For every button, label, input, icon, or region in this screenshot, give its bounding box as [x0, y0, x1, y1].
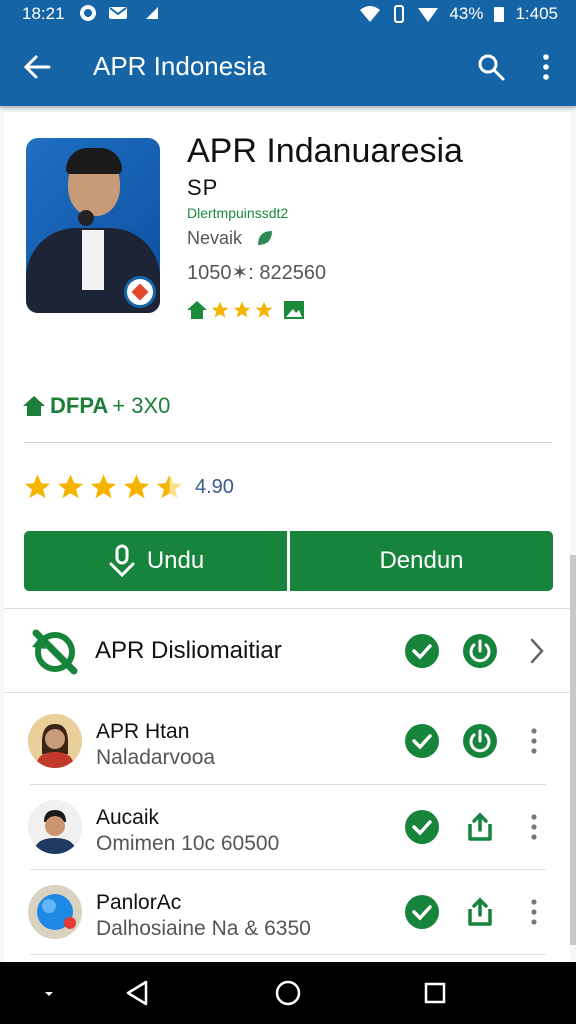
list-item-title: Aucaik: [96, 806, 160, 829]
secondary-button[interactable]: Dendun: [290, 531, 553, 591]
star-half-icon: [157, 474, 182, 499]
stat-value: + 3X0: [112, 393, 171, 418]
power-icon[interactable]: [463, 724, 497, 758]
nav-down-icon[interactable]: [34, 978, 64, 1008]
list-item[interactable]: Aucaik Omimen 10c 60500: [4, 784, 570, 870]
back-triangle-icon[interactable]: [122, 978, 152, 1008]
recents-square-icon[interactable]: [420, 978, 450, 1008]
battery-percent: 43%: [449, 4, 484, 23]
app-bar: APR Indonesia: [0, 28, 576, 106]
star-icon: [124, 474, 149, 499]
divider: [30, 954, 546, 955]
avatar: [28, 714, 82, 768]
list-item-title: APR Htan: [96, 720, 190, 743]
install-button[interactable]: Undu: [24, 531, 287, 591]
list-item[interactable]: APR Htan Naladarvooa: [4, 698, 570, 784]
chevron-right-icon[interactable]: [528, 637, 546, 665]
image-badge-icon: [284, 301, 304, 319]
vibrate-icon: [394, 5, 405, 23]
more-vert-icon[interactable]: [528, 726, 540, 756]
rating-row[interactable]: 4.90: [22, 472, 234, 502]
app-subtitle: SP: [187, 175, 219, 200]
app-icon: [26, 138, 160, 313]
star-icon: [255, 301, 273, 318]
app-category: Nevaik: [187, 228, 243, 248]
download-status-icon: [146, 7, 158, 19]
list-item-subtitle: Omimen 10c 60500: [96, 832, 280, 855]
refresh-cancel-icon: [32, 629, 78, 675]
rating-value: 4.90: [195, 475, 234, 498]
star-icon: [211, 301, 229, 318]
avatar: [28, 800, 82, 854]
install-button-label: Undu: [146, 547, 205, 574]
divider: [24, 442, 552, 443]
status-bar: 18:21 43% 1:405: [0, 0, 576, 28]
check-circle-icon[interactable]: [405, 810, 439, 844]
search-icon[interactable]: [476, 52, 506, 82]
app-bar-title: APR Indonesia: [93, 51, 267, 81]
downloads-stat: DFPA + 3X0: [22, 393, 170, 419]
home-icon: [187, 301, 207, 319]
wifi-icon: [360, 6, 381, 22]
star-icon: [25, 474, 50, 499]
developer-link[interactable]: Dlertmpuinssdt2: [187, 205, 288, 221]
permission-label: APR Disliomaitiar: [95, 637, 282, 664]
power-icon[interactable]: [463, 634, 497, 668]
star-icon: [91, 474, 116, 499]
star-icon: [58, 474, 83, 499]
secondary-button-label: Dendun: [379, 547, 464, 574]
scrollbar[interactable]: [570, 555, 576, 945]
more-vert-icon[interactable]: [536, 52, 556, 82]
check-circle-icon[interactable]: [405, 634, 439, 668]
leaf-icon: [258, 231, 272, 245]
home-icon: [23, 396, 45, 416]
check-circle-icon[interactable]: [405, 895, 439, 929]
app-name: APR Indanuaresia: [187, 132, 463, 170]
notification-icon: [80, 5, 96, 21]
share-icon[interactable]: [463, 895, 497, 929]
more-vert-icon[interactable]: [528, 897, 540, 927]
mail-icon: [109, 7, 127, 19]
list-item-title: PanlorAc: [96, 891, 182, 914]
home-circle-icon[interactable]: [273, 978, 303, 1008]
signal-icon: [418, 8, 439, 22]
status-time: 18:21: [22, 4, 65, 23]
battery-icon: [494, 7, 505, 22]
share-icon[interactable]: [463, 810, 497, 844]
app-size-info: 1050✶: 822560: [187, 262, 327, 284]
system-nav-bar: [0, 962, 576, 1024]
star-icon: [233, 301, 251, 318]
mini-rating: [186, 300, 306, 320]
back-arrow-icon[interactable]: [22, 52, 52, 82]
list-item-subtitle: Dalhosiaine Na & 6350: [96, 917, 311, 940]
permission-row[interactable]: APR Disliomaitiar: [4, 609, 570, 693]
list-item[interactable]: PanlorAc Dalhosiaine Na & 6350: [4, 869, 570, 955]
avatar: [28, 885, 82, 939]
more-vert-icon[interactable]: [528, 812, 540, 842]
check-circle-icon[interactable]: [405, 724, 439, 758]
divider: [4, 692, 570, 693]
download-mic-icon: [109, 544, 135, 578]
list-item-subtitle: Naladarvooa: [96, 746, 216, 769]
stat-label: DFPA: [50, 393, 109, 418]
status-clock-right: 1:405: [515, 4, 558, 23]
app-badge-icon: [124, 276, 156, 308]
